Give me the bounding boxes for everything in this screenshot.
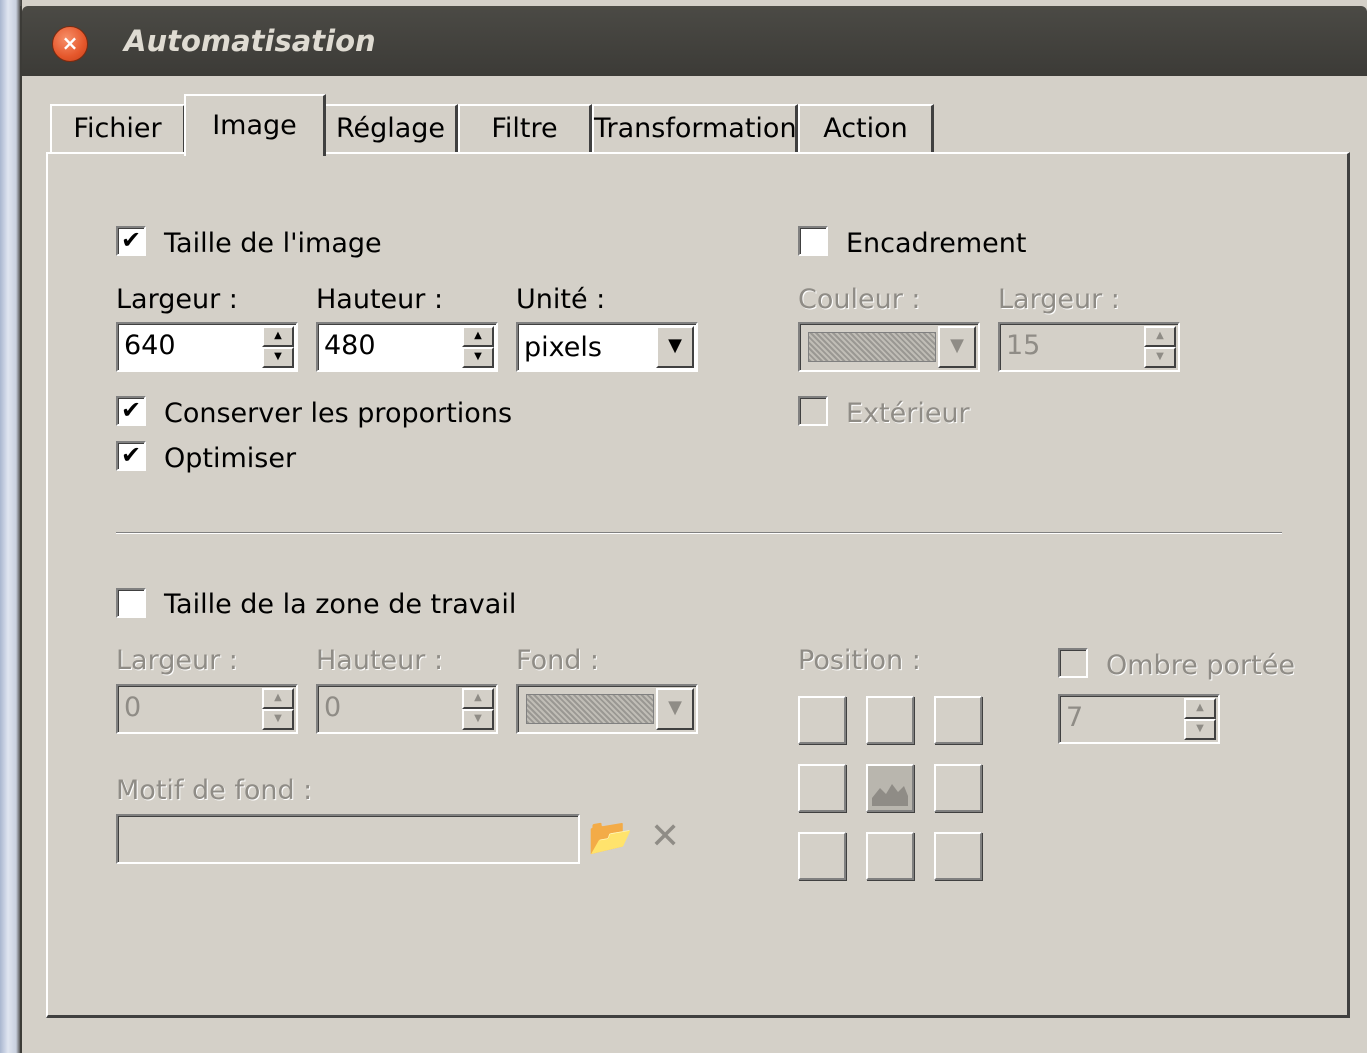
position-bottom-center[interactable] [866, 832, 914, 880]
optimize-checkbox[interactable]: ✔ [116, 441, 146, 471]
spin-down-icon[interactable]: ▼ [462, 347, 494, 368]
tab-label: Action [823, 113, 908, 144]
background-label: Fond : [516, 645, 600, 676]
spin-down-icon[interactable]: ▼ [1144, 347, 1176, 368]
height-label: Hauteur : [316, 284, 444, 315]
check-icon: ✔ [120, 396, 142, 424]
drop-shadow-checkbox[interactable] [1058, 648, 1088, 678]
image-icon [872, 784, 908, 806]
tab-label: Fichier [73, 113, 162, 144]
width-spinner[interactable]: ▲ ▼ [262, 326, 294, 368]
unit-label: Unité : [516, 284, 606, 315]
frame-label: Encadrement [846, 228, 1027, 259]
tab-filtre[interactable]: Filtre [458, 104, 592, 154]
background-color-select[interactable]: ▼ [516, 684, 698, 734]
tab-image[interactable]: Image [184, 94, 326, 156]
canvas-height-input[interactable]: 0 ▲ ▼ [316, 684, 498, 734]
close-button[interactable]: × [52, 26, 88, 62]
image-size-label: Taille de l'image [164, 228, 382, 259]
position-middle-left[interactable] [798, 764, 846, 812]
title-bar: × Automatisation [22, 6, 1367, 76]
position-top-right[interactable] [934, 696, 982, 744]
canvas-height-spinner[interactable]: ▲ ▼ [462, 688, 494, 730]
tab-transformation[interactable]: Transformation [592, 104, 798, 154]
tab-label: Image [212, 110, 297, 141]
position-top-left[interactable] [798, 696, 846, 744]
clear-icon[interactable]: ✕ [650, 816, 680, 857]
height-spinner[interactable]: ▲ ▼ [462, 326, 494, 368]
frame-width-spinner[interactable]: ▲ ▼ [1144, 326, 1176, 368]
width-input[interactable]: 640 ▲ ▼ [116, 322, 298, 372]
spin-up-icon[interactable]: ▲ [1184, 698, 1216, 719]
chevron-down-icon[interactable]: ▼ [656, 688, 694, 730]
check-icon: ✔ [120, 226, 142, 254]
color-swatch [526, 694, 654, 724]
image-tab-panel: ✔ Taille de l'image Largeur : Hauteur : … [46, 152, 1350, 1018]
spin-down-icon[interactable]: ▼ [262, 347, 294, 368]
pattern-input[interactable] [116, 814, 580, 864]
tab-action[interactable]: Action [798, 104, 934, 154]
frame-checkbox[interactable] [798, 226, 828, 256]
spin-down-icon[interactable]: ▼ [1184, 719, 1216, 740]
outside-checkbox[interactable] [798, 396, 828, 426]
canvas-height-label: Hauteur : [316, 645, 444, 676]
spin-up-icon[interactable]: ▲ [262, 688, 294, 709]
spin-up-icon[interactable]: ▲ [462, 688, 494, 709]
height-value: 480 [324, 330, 376, 361]
height-input[interactable]: 480 ▲ ▼ [316, 322, 498, 372]
canvas-width-label: Largeur : [116, 645, 238, 676]
canvas-width-input[interactable]: 0 ▲ ▼ [116, 684, 298, 734]
automation-dialog: × Automatisation Fichier Image Réglage F… [20, 6, 1367, 1053]
canvas-size-checkbox[interactable] [116, 588, 146, 618]
tab-label: Réglage [335, 113, 446, 144]
drop-shadow-input[interactable]: 7 ▲ ▼ [1058, 694, 1220, 744]
canvas-size-label: Taille de la zone de travail [164, 589, 517, 620]
window-title: Automatisation [124, 24, 376, 58]
keep-ratio-label: Conserver les proportions [164, 398, 513, 429]
keep-ratio-checkbox[interactable]: ✔ [116, 396, 146, 426]
frame-color-select[interactable]: ▼ [798, 322, 980, 372]
position-bottom-right[interactable] [934, 832, 982, 880]
drop-shadow-label: Ombre portée [1106, 650, 1295, 681]
position-bottom-left[interactable] [798, 832, 846, 880]
pattern-label: Motif de fond : [116, 775, 313, 806]
width-label: Largeur : [116, 284, 238, 315]
chevron-down-icon[interactable]: ▼ [656, 326, 694, 368]
section-divider [116, 532, 1282, 534]
frame-color-label: Couleur : [798, 284, 921, 315]
tab-fichier[interactable]: Fichier [50, 104, 186, 154]
desktop-background [0, 0, 22, 1053]
spin-up-icon[interactable]: ▲ [262, 326, 294, 347]
frame-width-value: 15 [1006, 330, 1041, 361]
check-icon: ✔ [120, 441, 142, 469]
width-value: 640 [124, 330, 176, 361]
frame-width-input[interactable]: 15 ▲ ▼ [998, 322, 1180, 372]
spin-up-icon[interactable]: ▲ [462, 326, 494, 347]
frame-width-label: Largeur : [998, 284, 1120, 315]
close-icon: × [61, 31, 79, 55]
chevron-down-icon[interactable]: ▼ [938, 326, 976, 368]
canvas-height-value: 0 [324, 692, 342, 723]
unit-value: pixels [524, 332, 602, 363]
outside-label: Extérieur [846, 398, 970, 429]
tab-label: Transformation [594, 113, 797, 144]
open-folder-icon[interactable]: 📂 [588, 816, 633, 858]
position-top-center[interactable] [866, 696, 914, 744]
image-size-checkbox[interactable]: ✔ [116, 226, 146, 256]
color-swatch [808, 332, 936, 362]
position-middle-right[interactable] [934, 764, 982, 812]
tab-label: Filtre [491, 113, 558, 144]
spin-down-icon[interactable]: ▼ [262, 709, 294, 730]
spin-up-icon[interactable]: ▲ [1144, 326, 1176, 347]
drop-shadow-spinner[interactable]: ▲ ▼ [1184, 698, 1216, 740]
position-label: Position : [798, 645, 921, 676]
drop-shadow-value: 7 [1066, 702, 1084, 733]
spin-down-icon[interactable]: ▼ [462, 709, 494, 730]
unit-select[interactable]: pixels ▼ [516, 322, 698, 372]
optimize-label: Optimiser [164, 443, 297, 474]
tab-reglage[interactable]: Réglage [324, 104, 458, 154]
canvas-width-spinner[interactable]: ▲ ▼ [262, 688, 294, 730]
position-center[interactable] [866, 764, 914, 812]
canvas-width-value: 0 [124, 692, 142, 723]
